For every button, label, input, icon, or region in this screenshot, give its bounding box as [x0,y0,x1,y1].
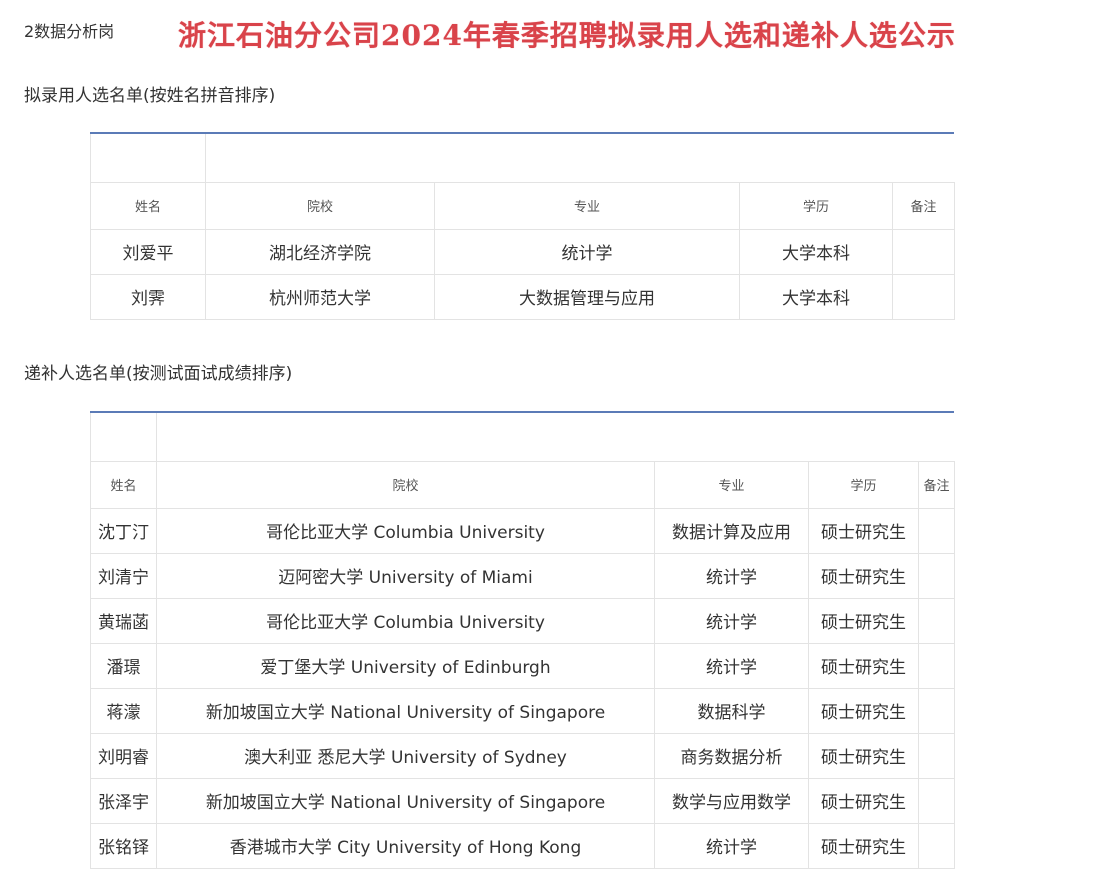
table-header-row: 姓名 院校 专业 学历 备注 [90,181,955,230]
cell-remark [918,642,955,689]
header-remark: 备注 [892,181,955,230]
cell-degree: 硕士研究生 [808,777,919,824]
table-row: 刘霁 杭州师范大学 大数据管理与应用 大学本科 [90,273,955,320]
cell-name: 刘霁 [90,273,206,320]
table-row: 蒋濛 新加坡国立大学 National University of Singap… [90,687,955,734]
cell-remark [918,507,955,554]
cell-name: 刘清宁 [90,552,157,599]
cell-remark [892,228,955,275]
cell-name: 刘明睿 [90,732,157,779]
cell-name: 潘璟 [90,642,157,689]
cell-degree: 硕士研究生 [808,822,919,869]
cell-major: 统计学 [654,597,809,644]
spacer-cell [90,413,157,462]
table-row: 刘明睿 澳大利亚 悉尼大学 University of Sydney 商务数据分… [90,732,955,779]
cell-school: 香港城市大学 City University of Hong Kong [156,822,655,869]
substitute-table: 姓名 院校 专业 学历 备注 沈丁汀 哥伦比亚大学 Columbia Unive… [90,413,955,869]
cell-remark [892,273,955,320]
table-row: 张铭铎 香港城市大学 City University of Hong Kong … [90,822,955,869]
cell-degree: 大学本科 [739,273,893,320]
cell-major: 统计学 [654,552,809,599]
cell-major: 数据科学 [654,687,809,734]
table-spacer-row [90,134,955,183]
cell-name: 张泽宇 [90,777,157,824]
header-major: 专业 [434,181,740,230]
table-row: 刘爱平 湖北经济学院 统计学 大学本科 [90,228,955,275]
header-degree: 学历 [739,181,893,230]
cell-school: 哥伦比亚大学 Columbia University [156,507,655,554]
cell-major: 统计学 [654,642,809,689]
hired-table: 姓名 院校 专业 学历 备注 刘爱平 湖北经济学院 统计学 大学本科 刘霁 杭州… [90,134,955,320]
table-row: 黄瑞菡 哥伦比亚大学 Columbia University 统计学 硕士研究生 [90,597,955,644]
section-title-substitute: 递补人选名单(按测试面试成绩排序) [24,364,293,384]
cell-degree: 硕士研究生 [808,597,919,644]
header-school: 院校 [156,460,655,509]
page-title: 浙江石油分公司2024年春季招聘拟录用人选和递补人选公示 [178,19,956,52]
section-title-hired: 拟录用人选名单(按姓名拼音排序) [24,86,276,106]
cell-school: 杭州师范大学 [205,273,435,320]
cell-remark [918,777,955,824]
table-row: 沈丁汀 哥伦比亚大学 Columbia University 数据计算及应用 硕… [90,507,955,554]
cell-major: 统计学 [654,822,809,869]
table-spacer-row [90,413,955,462]
header-name: 姓名 [90,460,157,509]
table-row: 潘璟 爱丁堡大学 University of Edinburgh 统计学 硕士研… [90,642,955,689]
cell-school: 新加坡国立大学 National University of Singapore [156,777,655,824]
cell-major: 统计学 [434,228,740,275]
spacer-cell [90,134,206,183]
spacer-cell [205,134,955,182]
cell-school: 哥伦比亚大学 Columbia University [156,597,655,644]
table-header-row: 姓名 院校 专业 学历 备注 [90,460,955,509]
cell-degree: 硕士研究生 [808,507,919,554]
cell-name: 张铭铎 [90,822,157,869]
header-degree: 学历 [808,460,919,509]
cell-school: 迈阿密大学 University of Miami [156,552,655,599]
cell-name: 刘爱平 [90,228,206,275]
post-label: 2数据分析岗 [24,22,115,41]
cell-degree: 大学本科 [739,228,893,275]
cell-degree: 硕士研究生 [808,732,919,779]
cell-remark [918,822,955,869]
cell-school: 湖北经济学院 [205,228,435,275]
cell-degree: 硕士研究生 [808,687,919,734]
cell-school: 澳大利亚 悉尼大学 University of Sydney [156,732,655,779]
cell-major: 大数据管理与应用 [434,273,740,320]
spacer-cell [156,413,955,461]
cell-remark [918,597,955,644]
header-remark: 备注 [918,460,955,509]
cell-major: 商务数据分析 [654,732,809,779]
cell-school: 新加坡国立大学 National University of Singapore [156,687,655,734]
header-major: 专业 [654,460,809,509]
cell-name: 蒋濛 [90,687,157,734]
table-row: 张泽宇 新加坡国立大学 National University of Singa… [90,777,955,824]
cell-name: 沈丁汀 [90,507,157,554]
cell-remark [918,687,955,734]
cell-degree: 硕士研究生 [808,642,919,689]
cell-name: 黄瑞菡 [90,597,157,644]
cell-remark [918,732,955,779]
cell-major: 数学与应用数学 [654,777,809,824]
cell-major: 数据计算及应用 [654,507,809,554]
header-school: 院校 [205,181,435,230]
cell-remark [918,552,955,599]
cell-degree: 硕士研究生 [808,552,919,599]
cell-school: 爱丁堡大学 University of Edinburgh [156,642,655,689]
header-name: 姓名 [90,181,206,230]
table-row: 刘清宁 迈阿密大学 University of Miami 统计学 硕士研究生 [90,552,955,599]
